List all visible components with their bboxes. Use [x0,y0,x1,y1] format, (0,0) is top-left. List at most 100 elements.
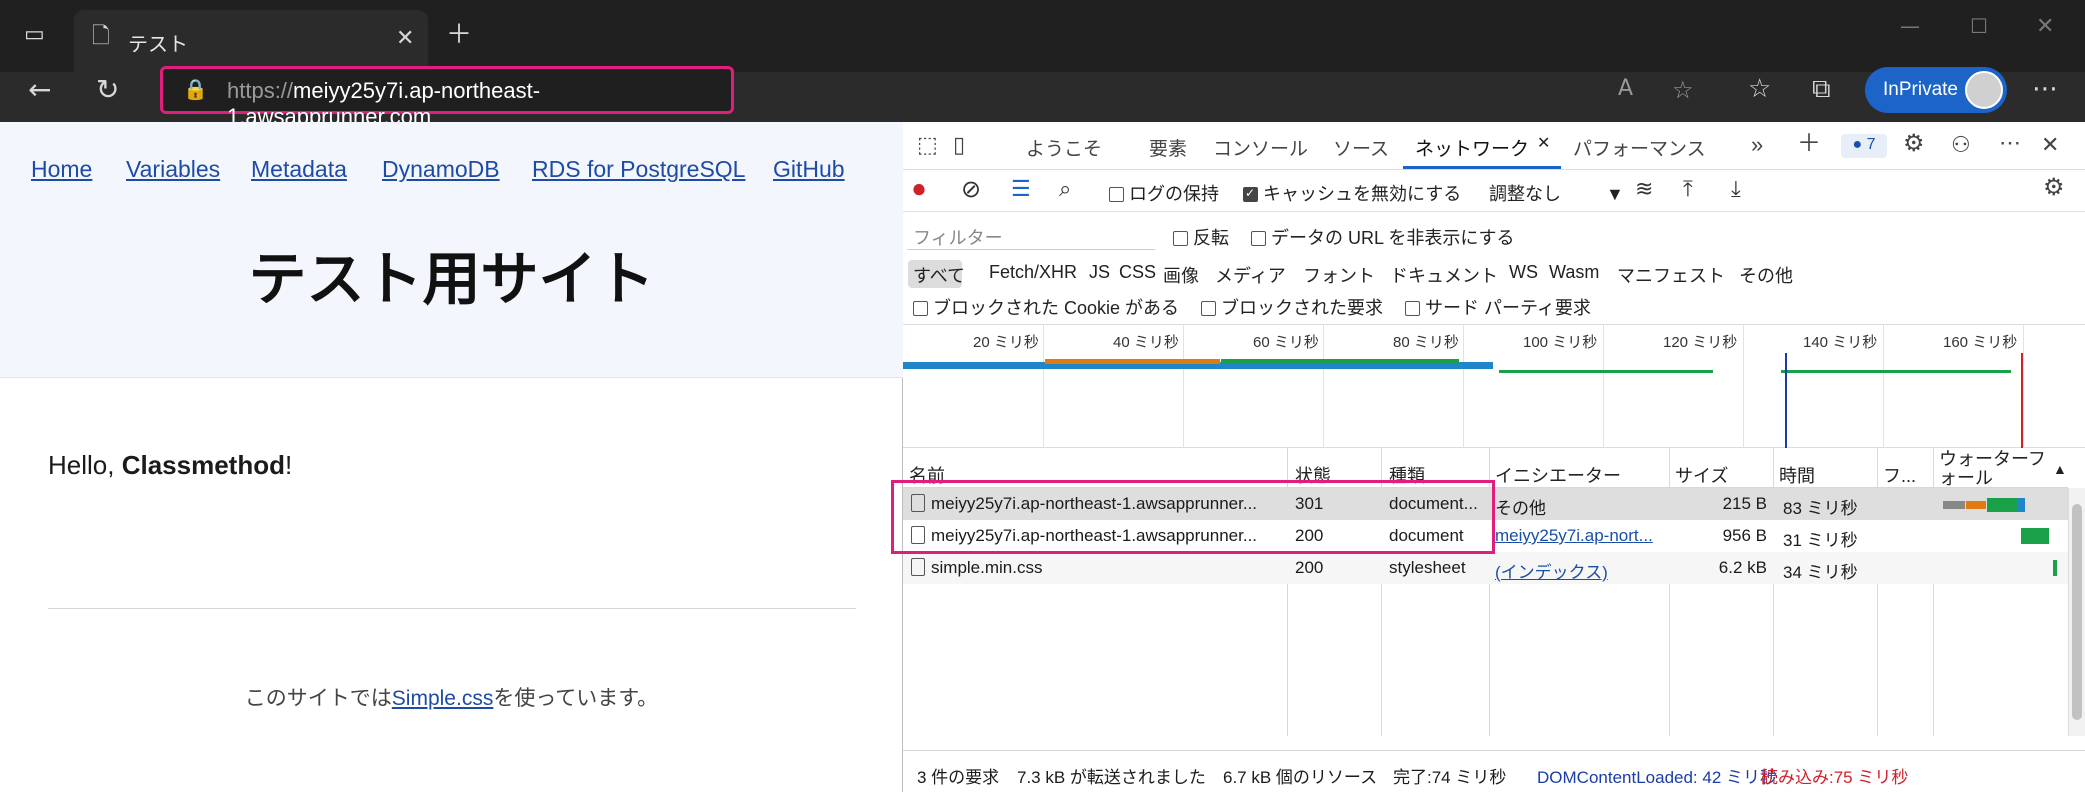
divider [48,608,856,609]
tab-elements[interactable]: 要素 [1149,134,1187,161]
tab-console[interactable]: コンソール [1213,134,1308,161]
new-tab-icon[interactable]: ＋ [446,22,472,48]
col-fulfilled[interactable]: フ... [1883,462,1916,488]
blocked-requests-checkbox[interactable]: ブロックされた要求 [1201,294,1383,320]
scrollbar-thumb[interactable] [2072,504,2082,720]
col-initiator[interactable]: イニシエーター [1495,462,1621,488]
minimize-icon[interactable]: — [1900,16,1920,36]
blocked-cookies-checkbox[interactable]: ブロックされた Cookie がある [913,294,1179,320]
import-har-icon[interactable]: ⤒ [1683,178,1693,200]
tab-title: テスト [128,32,188,56]
blocked-cookies-box[interactable] [913,301,928,316]
filter-input[interactable]: フィルター [907,222,1155,250]
initiator-link[interactable]: meiyy25y7i.ap-nort... [1495,526,1653,545]
collections-icon[interactable]: ⧉ [1812,76,1831,102]
customize-icon[interactable]: ⚇ [1951,134,1971,156]
network-overview-timeline[interactable]: 20 ミリ秒 40 ミリ秒 60 ミリ秒 80 ミリ秒 100 ミリ秒 120 … [903,324,2085,449]
throttle-select[interactable]: 調整なし ▼ [1489,180,1624,206]
network-conditions-icon[interactable]: ≋ [1635,178,1653,200]
refresh-icon[interactable]: ↻ [96,76,119,104]
active-tab-indicator [1403,166,1561,169]
table-row[interactable]: simple.min.css 200 stylesheet (インデックス) 6… [903,552,2068,584]
filter-ws[interactable]: WS [1509,262,1538,283]
add-favorite-icon[interactable]: ☆ [1672,78,1694,102]
inspect-icon[interactable]: ⬚ [917,134,938,156]
col-time[interactable]: 時間 [1779,462,1815,488]
status-resources: 6.7 kB 個のリソース [1223,768,1378,787]
record-icon[interactable]: ⏺ [913,178,925,202]
filter-js[interactable]: JS [1089,262,1110,283]
close-network-tab-icon[interactable]: ✕ [1537,136,1550,152]
export-har-icon[interactable]: ⤓ [1731,178,1741,200]
table-scrollbar[interactable] [2068,488,2085,736]
nav-link-dynamodb[interactable]: DynamoDB [382,156,500,183]
timeline-tick-label: 100 ミリ秒 [1523,334,1598,351]
nav-link-rds[interactable]: RDS for PostgreSQL [532,156,745,183]
settings-icon[interactable]: ⚙ [1903,132,1925,156]
disable-cache-box[interactable] [1243,186,1258,202]
read-aloud-icon[interactable]: A [1618,78,1633,100]
preserve-log-label: ログの保持 [1129,184,1220,204]
nav-link-variables[interactable]: Variables [126,156,220,183]
tab-sources[interactable]: ソース [1333,134,1389,161]
filter-images[interactable]: 画像 [1163,262,1199,288]
tab-welcome[interactable]: ようこそ [1026,134,1102,161]
search-icon[interactable]: ⌕ [1059,178,1071,200]
blocked-requests-box[interactable] [1201,301,1216,316]
browser-tab[interactable]: 🗋 テスト ✕ [74,10,428,72]
devtools-more-icon[interactable]: ⋯ [1999,132,2021,154]
filter-manifest[interactable]: マニフェスト [1617,262,1725,288]
hide-data-urls-box[interactable] [1251,231,1266,246]
more-tabs-icon[interactable]: » [1751,134,1763,156]
cell-initiator[interactable]: (インデックス) [1495,558,1608,583]
maximize-icon[interactable]: ☐ [1970,16,1988,36]
disable-cache-checkbox[interactable]: キャッシュを無効にする [1243,180,1461,206]
filter-css[interactable]: CSS [1119,262,1156,283]
invert-box[interactable] [1173,231,1188,246]
clear-icon[interactable]: ⊘ [961,178,981,202]
col-size[interactable]: サイズ [1675,462,1728,488]
issues-badge[interactable]: ● 7 [1841,134,1887,158]
hide-data-urls-checkbox[interactable]: データの URL を非表示にする [1251,224,1515,250]
document-icon [911,558,925,576]
timeline-gridline [1323,325,1324,449]
cell-initiator[interactable]: meiyy25y7i.ap-nort... [1495,526,1665,546]
close-tab-icon[interactable]: ✕ [396,28,414,50]
footer-link-simplecss[interactable]: Simple.css [392,687,494,710]
filter-other[interactable]: その他 [1739,262,1793,288]
initiator-link[interactable]: (インデックス) [1495,563,1608,582]
third-party-checkbox[interactable]: サード パーティ要求 [1405,294,1591,320]
filter-icon[interactable]: ☰ [1011,178,1031,200]
status-requests: 3 件の要求 [917,768,1000,787]
nav-link-home[interactable]: Home [31,156,92,183]
add-tab-icon[interactable]: ＋ [1797,132,1821,156]
third-party-box[interactable] [1405,301,1420,316]
address-bar[interactable]: 🔒 https://meiyy25y7i.ap-northeast-1.awsa… [160,66,734,129]
filter-media[interactable]: メディア [1215,262,1286,288]
sidebar-toggle-icon[interactable]: ▭ [24,24,45,46]
filter-wasm[interactable]: Wasm [1549,262,1599,283]
device-emulation-icon[interactable]: ▯ [953,134,965,156]
col-waterfall[interactable]: ウォーターフォール [1939,450,2063,488]
filter-fetch-xhr[interactable]: Fetch/XHR [989,262,1077,283]
timeline-bar [1499,370,1713,373]
timeline-gridline [1463,325,1464,449]
preserve-log-box[interactable] [1109,187,1124,202]
filter-documents[interactable]: ドキュメント [1390,262,1498,288]
more-menu-icon[interactable]: ⋯ [2032,76,2058,102]
back-icon[interactable]: ← [28,76,51,104]
nav-link-metadata[interactable]: Metadata [251,156,347,183]
preserve-log-checkbox[interactable]: ログの保持 [1109,180,1219,206]
filter-fonts[interactable]: フォント [1303,262,1375,288]
invert-checkbox[interactable]: 反転 [1173,224,1229,250]
close-window-icon[interactable]: ✕ [2036,16,2054,38]
network-settings-icon[interactable]: ⚙ [2043,176,2065,200]
favorites-icon[interactable]: ☆ [1748,76,1771,102]
tab-network[interactable]: ネットワーク [1415,134,1529,161]
close-devtools-icon[interactable]: ✕ [2041,134,2059,156]
nav-link-github[interactable]: GitHub [773,156,845,183]
status-finish: 完了:74 ミリ秒 [1393,768,1507,787]
tab-performance[interactable]: パフォーマンス [1573,134,1706,161]
filter-all[interactable]: すべて [913,262,965,288]
inprivate-button[interactable]: InPrivate [1865,67,2007,113]
